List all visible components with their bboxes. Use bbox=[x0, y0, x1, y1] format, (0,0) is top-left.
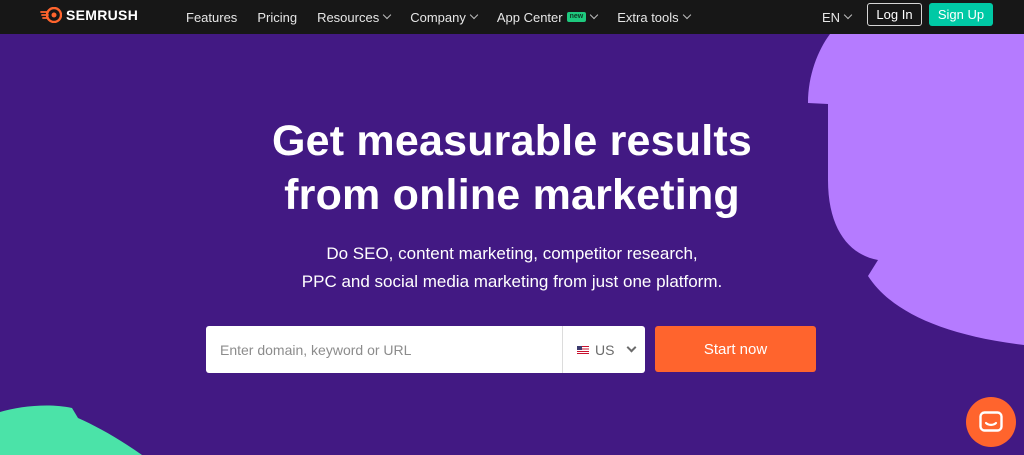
chevron-down-icon bbox=[382, 10, 392, 20]
top-navigation: SEMRUSH Features Pricing Resources Compa… bbox=[0, 0, 1024, 34]
chevron-down-icon bbox=[843, 10, 853, 20]
chevron-down-icon bbox=[589, 10, 599, 20]
nav-item-features[interactable]: Features bbox=[186, 10, 237, 25]
new-badge: new bbox=[566, 12, 587, 22]
nav-links: Features Pricing Resources Company App C… bbox=[186, 0, 710, 34]
nav-item-resources[interactable]: Resources bbox=[317, 9, 392, 25]
semrush-flame-icon bbox=[40, 7, 62, 23]
decorative-green-shape bbox=[0, 405, 142, 455]
chevron-down-icon bbox=[469, 10, 479, 20]
nav-item-label: App Center bbox=[496, 9, 563, 25]
chevron-down-icon bbox=[682, 10, 691, 20]
subheadline-line-1: Do SEO, content marketing, competitor re… bbox=[326, 244, 698, 263]
chevron-down-icon bbox=[627, 342, 637, 353]
headline-line-2: from online marketing bbox=[284, 171, 740, 219]
us-flag-icon bbox=[577, 345, 589, 354]
hero-headline: Get measurable results from online marke… bbox=[0, 114, 1024, 222]
nav-item-label: Resources bbox=[317, 9, 380, 25]
nav-item-company[interactable]: Company bbox=[410, 9, 479, 25]
nav-item-label: Extra tools bbox=[617, 9, 679, 25]
signup-button[interactable]: Sign Up bbox=[929, 3, 993, 26]
start-now-button[interactable]: Start now bbox=[655, 326, 816, 372]
nav-item-pricing[interactable]: Pricing bbox=[257, 10, 297, 25]
chat-icon bbox=[979, 411, 1003, 432]
nav-item-app-center[interactable]: App Center new bbox=[496, 9, 599, 25]
subheadline-line-2: PPC and social media marketing from just… bbox=[301, 272, 723, 291]
nav-item-label: Company bbox=[410, 9, 466, 25]
hero-subheadline: Do SEO, content marketing, competitor re… bbox=[0, 240, 1024, 296]
nav-item-extra-tools[interactable]: Extra tools bbox=[617, 9, 691, 25]
country-selector[interactable]: US bbox=[562, 326, 645, 373]
login-button[interactable]: Log In bbox=[867, 3, 922, 26]
chat-button[interactable] bbox=[966, 397, 1016, 447]
nav-item-label: Features bbox=[186, 9, 238, 25]
country-label: US bbox=[595, 341, 615, 358]
brand-name: SEMRUSH bbox=[66, 7, 139, 23]
search-input[interactable] bbox=[206, 326, 562, 373]
brand-logo[interactable]: SEMRUSH bbox=[40, 7, 138, 23]
language-label: EN bbox=[822, 9, 841, 25]
headline-line-1: Get measurable results bbox=[271, 117, 752, 165]
search-bar: US bbox=[206, 326, 645, 373]
nav-item-label: Pricing bbox=[257, 9, 298, 25]
language-selector[interactable]: EN bbox=[822, 0, 853, 34]
